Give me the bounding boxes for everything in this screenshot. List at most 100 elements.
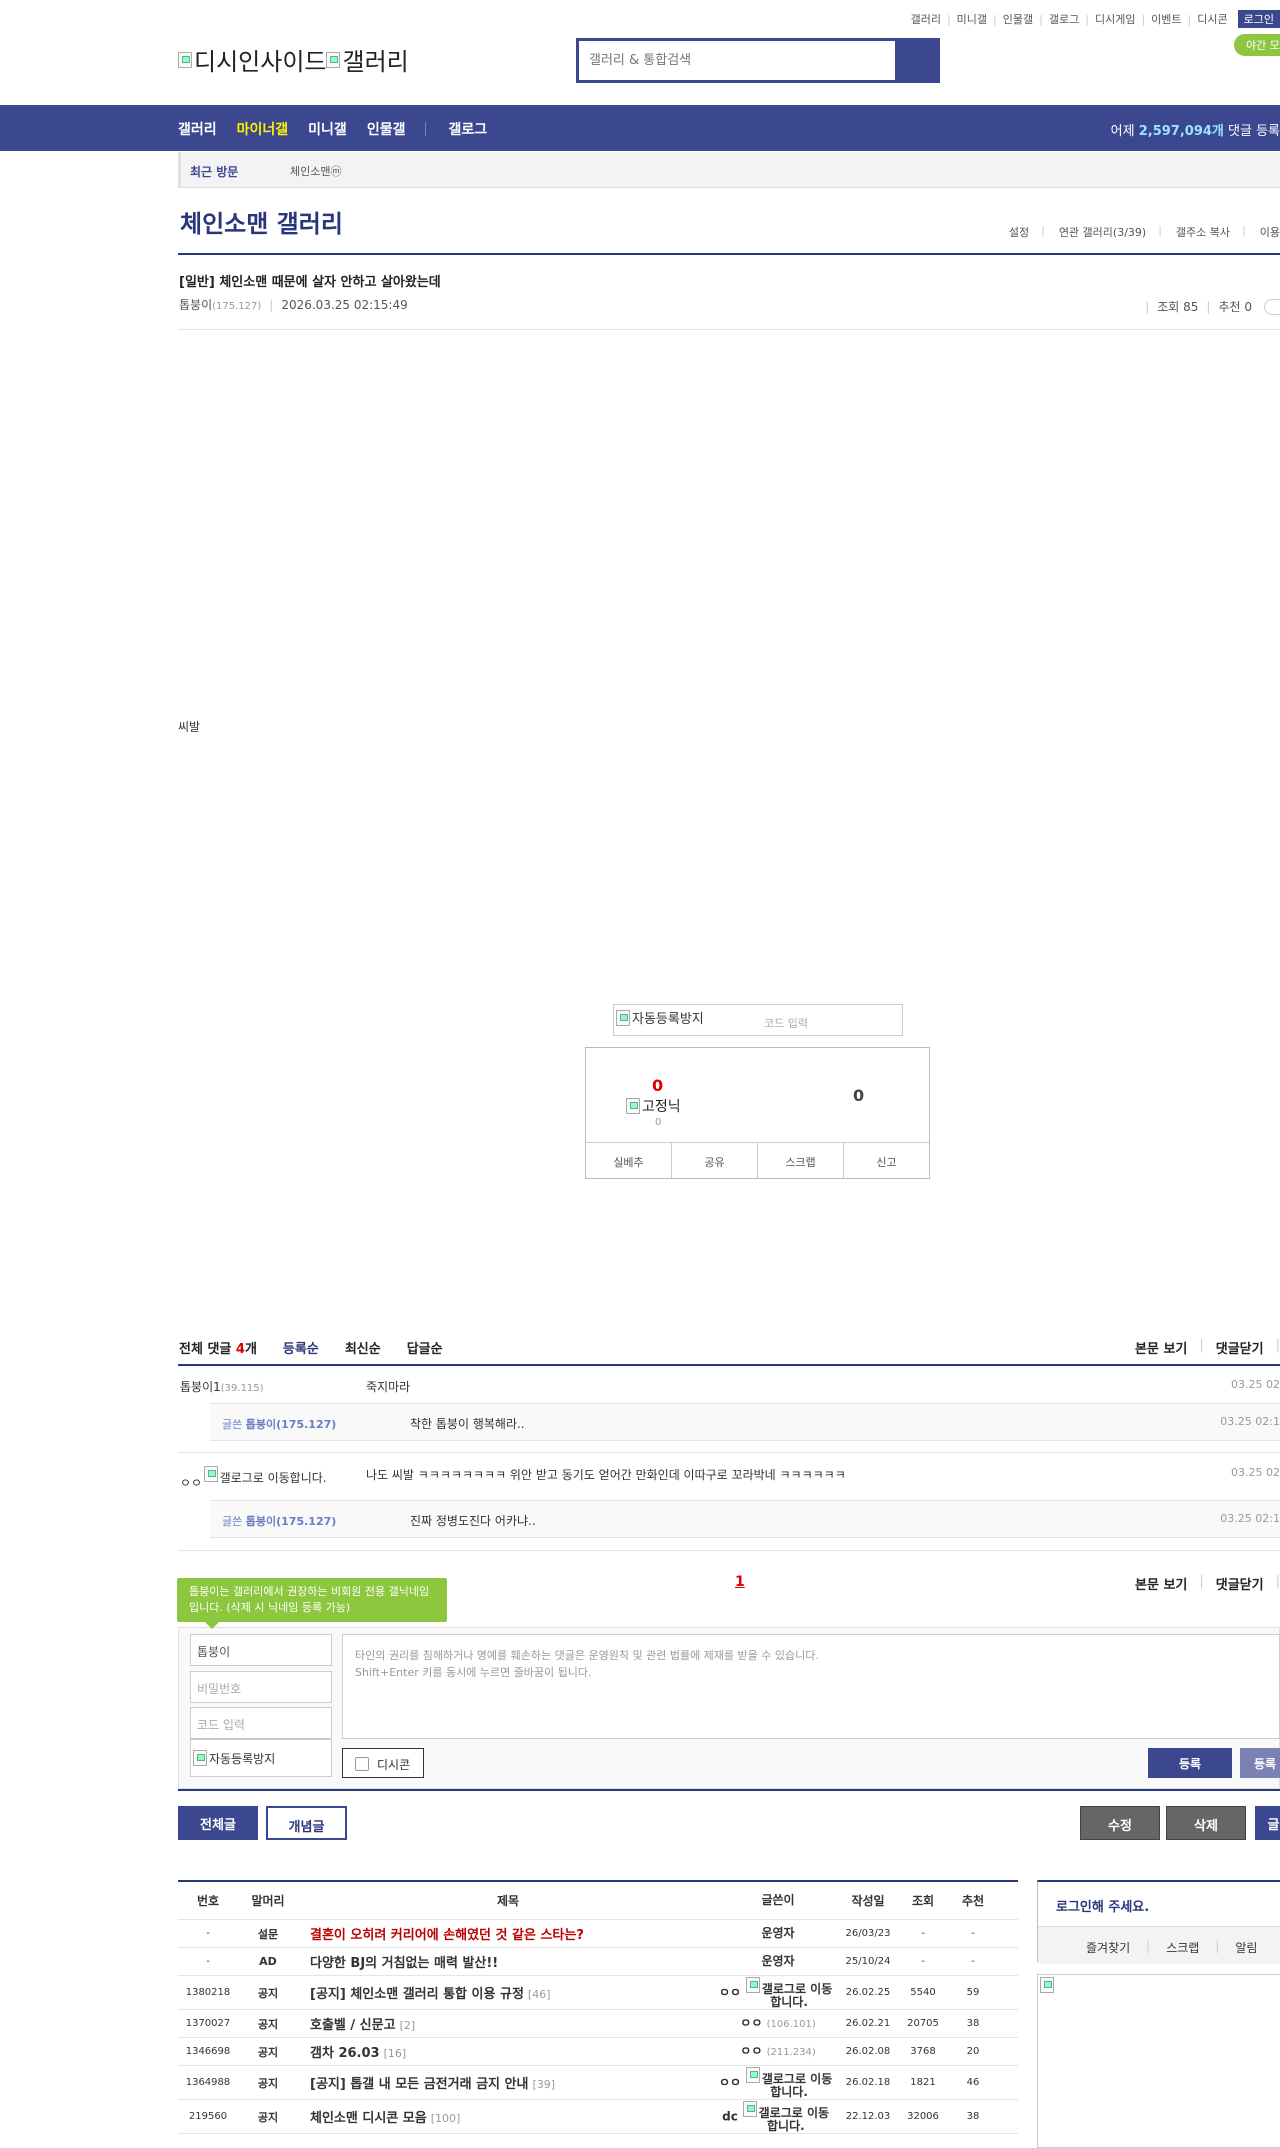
sort-registered[interactable]: 등록순 [283,1338,319,1357]
row-writer[interactable]: dc 갤로그로 이동합니다. [718,2100,838,2133]
all-posts-button[interactable]: 전체글 [178,1806,258,1840]
main-nav: 갤러리 마이너갤 미니갤 인물갤 갤로그 어제 2,597,094개 댓글 등록 [0,105,1280,151]
row-title[interactable]: 체인소맨 디시콘 모음 [100] [298,2107,718,2126]
search-button[interactable] [895,38,940,83]
dccon-button[interactable]: 디시콘 [342,1748,424,1778]
table-row[interactable]: - AD 다양한 BJ의 거침없는 매력 발산!! 운영자 25/10/24 - - [178,1948,1018,1976]
login-button[interactable]: 로그인 [1237,10,1280,28]
util-link-gallery[interactable]: 갤러리 [911,11,941,27]
gallery-usage[interactable]: 이용 [1260,224,1280,240]
table-row[interactable]: 1364988 공지 [공지] 톱갤 내 모든 금전거래 금지 안내 [39] ㅇㅇ 갤로… [178,2066,1018,2100]
util-link-dcgame[interactable]: 디시게임 [1095,11,1135,27]
table-row[interactable]: - 설문 결혼이 오히려 커리어에 손해였던 것 같은 스타는? 운영자 26/03/2… [178,1920,1018,1948]
row-title[interactable]: [공지] 톱갤 내 모든 금전거래 금지 안내 [39] [298,2073,718,2092]
write-button[interactable]: 글 [1255,1806,1280,1840]
row-title[interactable]: 다양한 BJ의 거침없는 매력 발산!! [298,1952,718,1971]
row-title[interactable]: 갬차 26.03 [16] [298,2042,718,2061]
close-comments-button[interactable]: 댓글닫기 [1216,1338,1264,1357]
comment-page-1[interactable]: 1 [735,1574,745,1590]
row-title[interactable]: 결혼이 오히려 커리어에 손해였던 것 같은 스타는? [298,1924,718,1943]
gallog-image[interactable]: 갤로그로 이동합니다. [741,2066,837,2099]
password-input[interactable]: 비밀번호 [190,1671,332,1703]
table-row[interactable]: 1380218 공지 [공지] 체인소맨 갤러리 통합 이용 규정 [46] ㅇㅇ 갤로그… [178,1976,1018,2010]
report-button[interactable]: 신고 [844,1143,929,1178]
side-ad-image[interactable] [1037,1974,1280,2148]
broken-image-icon [193,1750,207,1766]
nav-person-gallery[interactable]: 인물갤 [367,119,406,139]
row-reply-count[interactable]: [2] [400,2019,416,2032]
captcha-input[interactable]: 코드 입력 [764,1015,808,1031]
share-circle-icon[interactable] [1264,298,1280,315]
row-writer[interactable]: ㅇㅇ 갤로그로 이동합니다. [718,1976,838,2009]
row-recommend: 59 [966,1987,980,1998]
close-comments-button[interactable]: 댓글닫기 [1216,1574,1264,1593]
nav-gallog[interactable]: 갤로그 [448,119,487,139]
gallog-image[interactable]: 갤로그로 이동합니다. [202,1466,328,1485]
util-link-dccon[interactable]: 디시콘 [1197,11,1227,27]
nav-minor-gallery[interactable]: 마이너갤 [237,119,289,139]
concept-posts-button[interactable]: 개념글 [266,1806,347,1840]
reply-nick[interactable]: 글쓴 톱붕이(175.127) [222,1513,336,1529]
edit-button[interactable]: 수정 [1080,1806,1160,1840]
share-button[interactable]: 공유 [672,1143,758,1178]
search-input[interactable] [579,41,895,80]
night-mode-toggle[interactable]: 야간 모 [1234,34,1280,56]
row-reply-count[interactable]: [100] [431,2112,461,2125]
gallog-image[interactable]: 갤로그로 이동합니다. [741,1976,837,2009]
util-link-minigal[interactable]: 미니갤 [957,11,987,27]
site-logo[interactable]: 디시인사이드 갤러리 [178,42,409,77]
register-reply-button[interactable]: 등록 [1240,1748,1280,1778]
gallog-image[interactable]: 갤로그로 이동합니다. [738,2100,834,2133]
notification-link[interactable]: 알림 [1235,1939,1257,1964]
post-author[interactable]: 톱붕이 [179,298,212,312]
row-writer-name: ㅇㅇ [718,1985,742,1999]
row-reply-count[interactable]: [46] [528,1988,551,2001]
row-writer[interactable]: ㅇㅇ (211.234) [718,2044,838,2059]
reply-prefix: 글쓴 [222,1418,246,1431]
row-reply-count[interactable]: [39] [532,2078,555,2091]
gallery-title[interactable]: 체인소맨 갤러리 [180,204,343,239]
sort-latest[interactable]: 최신순 [345,1338,381,1357]
util-link-event[interactable]: 이벤트 [1151,11,1181,27]
login-prompt[interactable]: 로그인해 주세요. [1056,1896,1149,1915]
row-writer[interactable]: ㅇㅇ (106.101) [718,2016,838,2031]
row-writer[interactable]: 운영자 [718,1927,838,1940]
sort-replies[interactable]: 답글순 [407,1338,443,1357]
row-views: 32006 [907,2111,939,2122]
row-title[interactable]: [공지] 체인소맨 갤러리 통합 이용 규정 [46] [298,1983,718,2002]
nickname-input[interactable]: 톱붕이 [190,1634,332,1666]
realbest-button[interactable]: 실베추 [586,1143,672,1178]
util-link-gallog[interactable]: 갤로그 [1049,11,1079,27]
table-row[interactable]: 1370027 공지 호출벨 / 신문고 [2] ㅇㅇ (106.101) 26.02.2… [178,2010,1018,2038]
write-captcha-alt: 자동등록방지 [209,1751,276,1766]
row-writer[interactable]: ㅇㅇ 갤로그로 이동합니다. [718,2066,838,2099]
table-row[interactable]: 1346698 공지 갬차 26.03 [16] ㅇㅇ (211.234) 26.02.0… [178,2038,1018,2066]
favorites-link[interactable]: 즐겨찾기 [1086,1939,1130,1964]
recent-visit-title[interactable]: 최근 방문 [190,163,238,180]
recent-visit-item[interactable]: 체인소맨ⓜ [290,163,341,179]
code-input[interactable]: 코드 입력 [190,1707,332,1739]
reply-nick[interactable]: 글쓴 톱붕이(175.127) [222,1416,336,1432]
comment-nick[interactable]: 톱붕이1(39.115) [180,1378,264,1395]
divider [178,253,1280,255]
recommend-up-count: 0 [652,1076,664,1095]
copy-gallery-url[interactable]: 갤주소 복사 [1176,224,1230,240]
scrap-link[interactable]: 스크랩 [1166,1939,1199,1964]
related-galleries[interactable]: 연관 갤러리(3/39) [1059,224,1146,240]
broken-image-icon [626,1098,640,1114]
comment-nick[interactable]: ㅇㅇ 갤로그로 이동합니다. [180,1466,328,1491]
view-body-button[interactable]: 본문 보기 [1135,1338,1187,1357]
row-reply-count[interactable]: [16] [384,2047,407,2060]
register-comment-button[interactable]: 등록 [1148,1748,1232,1778]
row-title[interactable]: 호출벨 / 신문고 [2] [298,2014,718,2033]
scrap-button[interactable]: 스크랩 [758,1143,844,1178]
util-link-person[interactable]: 인물갤 [1003,11,1033,27]
view-body-button[interactable]: 본문 보기 [1135,1574,1187,1593]
delete-button[interactable]: 삭제 [1166,1806,1246,1840]
nav-mini-gallery[interactable]: 미니갤 [308,119,347,139]
comment-textarea[interactable]: 타인의 권리를 침해하거나 명예를 훼손하는 댓글은 운영원칙 및 관련 법률에… [342,1634,1280,1739]
nav-gallery[interactable]: 갤러리 [178,119,217,139]
table-row[interactable]: 219560 공지 체인소맨 디시콘 모음 [100] dc 갤로그로 이동합니다. 22.… [178,2100,1018,2134]
gallery-settings[interactable]: 설정 [1009,224,1029,240]
row-writer[interactable]: 운영자 [718,1955,838,1968]
